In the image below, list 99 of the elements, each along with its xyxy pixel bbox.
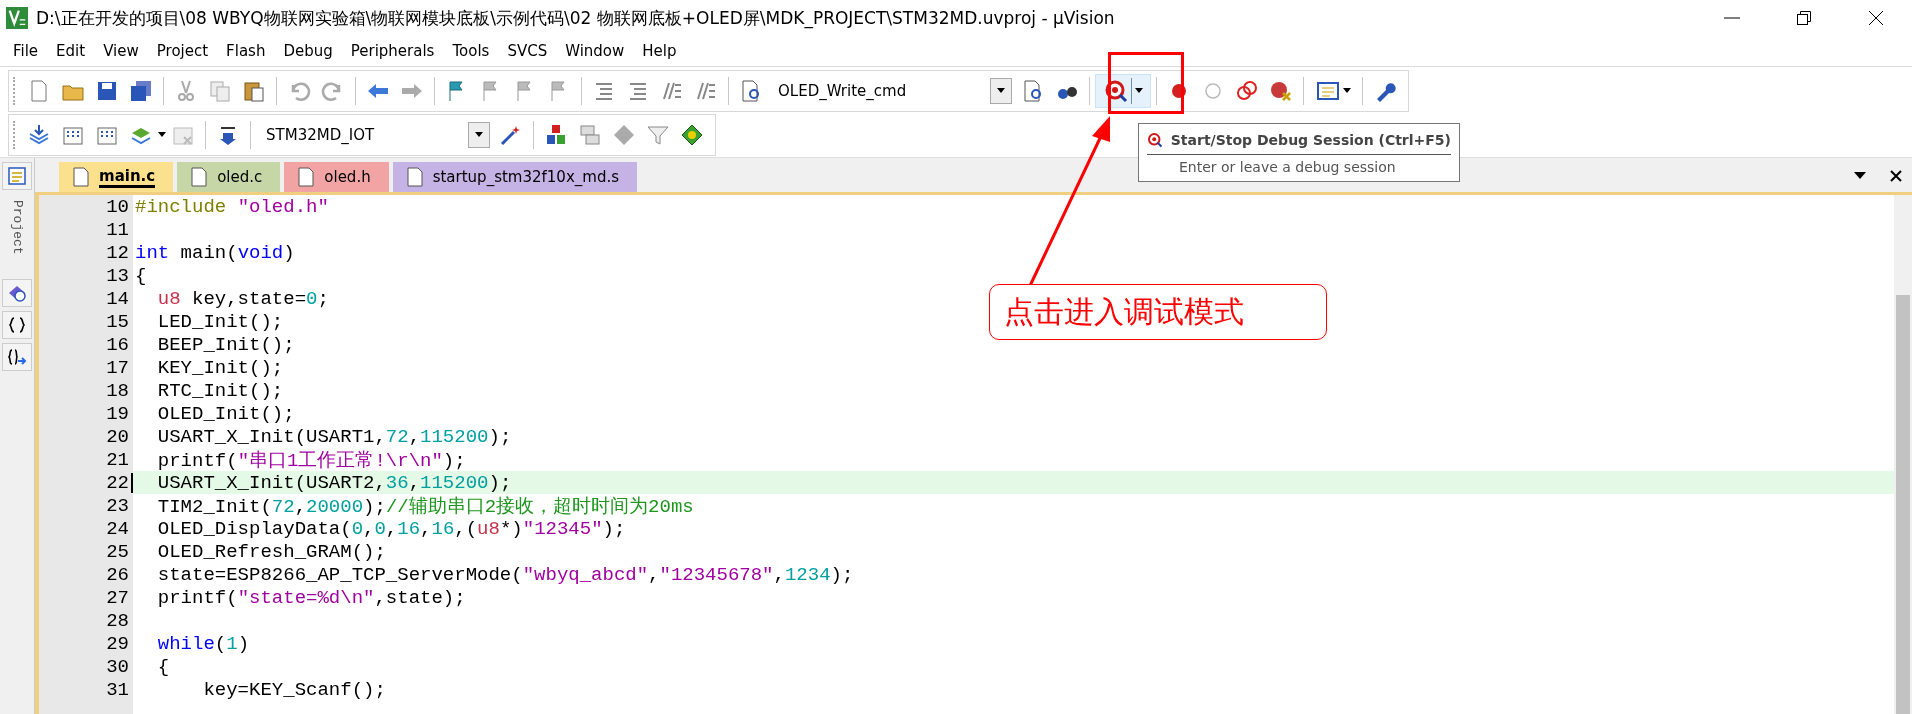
code-line: { — [135, 264, 147, 287]
braces-arrow-icon — [7, 346, 27, 367]
copy-icon — [208, 79, 232, 103]
code-line: { — [156, 655, 170, 678]
project-window-button[interactable] — [2, 162, 32, 190]
code-line: int main(void) — [135, 241, 295, 264]
file-tab[interactable]: startup_stm32f10x_md.s — [392, 162, 637, 192]
code-line: printf("串口1工作正常!\r\n"); — [156, 448, 466, 473]
books-button[interactable] — [2, 278, 32, 307]
file-tab[interactable]: oled.h — [284, 162, 389, 192]
close-icon — [1868, 10, 1884, 26]
document-icon — [298, 167, 315, 187]
line-number: 15 — [105, 310, 129, 333]
menu-item[interactable]: SVCS — [498, 38, 557, 64]
line-number: 11 — [105, 218, 129, 241]
menu-item[interactable]: Help — [633, 38, 686, 64]
scrollbar[interactable] — [1894, 195, 1912, 714]
templates-button[interactable] — [2, 342, 32, 371]
line-number: 12 — [105, 241, 129, 264]
annotation-text: 点击进入调试模式 — [1004, 292, 1244, 331]
document-icon — [73, 167, 89, 187]
line-number: 20 — [105, 425, 129, 448]
line-number: 29 — [105, 632, 129, 655]
code-line: u8 key,state=0; — [156, 287, 329, 310]
code-line: while(1) — [156, 632, 250, 655]
code-line: USART_X_Init(USART2,36,115200); — [156, 471, 512, 494]
paste-icon — [242, 79, 266, 103]
menu-item[interactable]: View — [94, 38, 148, 64]
minimize-icon — [1724, 17, 1740, 19]
line-number: 28 — [105, 609, 129, 632]
menu-item[interactable]: Edit — [47, 38, 95, 64]
document-icon — [406, 167, 423, 187]
line-number: 14 — [105, 287, 129, 310]
line-number: 19 — [105, 402, 129, 425]
code-line: OLED_Init(); — [156, 402, 295, 425]
scrollbar-thumb[interactable] — [1896, 295, 1910, 714]
save-all-icon — [129, 79, 153, 103]
file-tab[interactable]: oled.c — [177, 162, 281, 192]
code-line: printf("state=%d\n",state); — [156, 586, 466, 609]
code-line: key=KEY_Scanf(); — [202, 678, 386, 701]
caret-icon — [1134, 88, 1143, 94]
line-number: 16 — [105, 333, 129, 356]
line-number: 24 — [105, 517, 129, 540]
project-icon — [7, 166, 27, 186]
line-number: 18 — [105, 379, 129, 402]
code-line: USART_X_Init(USART1,72,115200); — [156, 425, 512, 448]
line-number: 13 — [105, 264, 129, 287]
code-line: BEEP_Init(); — [156, 333, 295, 356]
document-icon — [191, 167, 208, 187]
close-icon[interactable] — [1890, 170, 1902, 182]
line-number: 10 — [105, 195, 129, 218]
find-combo-box[interactable]: OLED_Write_cmd — [772, 77, 1012, 105]
code-line: KEY_Init(); — [156, 356, 284, 379]
caret-icon — [997, 88, 1005, 94]
tooltip-description: Enter or leave a debug session — [1178, 159, 1397, 175]
menu-item[interactable]: Flash — [217, 38, 275, 64]
debug-session-button[interactable] — [1095, 74, 1151, 108]
code-line: TIM2_Init(72,20000);//辅助串口2接收，超时时间为20ms — [156, 494, 694, 519]
line-number: 23 — [105, 494, 129, 517]
code-line: OLED_Refresh_GRAM(); — [156, 540, 386, 563]
disable-breakpoints-icon — [1235, 79, 1259, 103]
kill-breakpoints-icon — [1269, 79, 1293, 103]
app-logo-icon — [6, 7, 28, 29]
menu-item[interactable]: Peripherals — [341, 38, 444, 64]
code-line: OLED_DisplayData(0,0,16,16,(u8*)"12345"); — [156, 517, 626, 540]
restore-icon — [1796, 10, 1812, 26]
line-number: 31 — [105, 678, 129, 701]
dropdown-icon[interactable] — [1854, 172, 1866, 180]
line-number: 25 — [105, 540, 129, 563]
menu-item[interactable]: Project — [147, 38, 218, 64]
window-title: D:\正在开发的项目\08 WBYQ物联网实验箱\物联网模块底板\示例代码\02 物联网底板+OLED屏\MDK_PROJECT\STM32MD.uvproj - µVision — [36, 6, 1115, 30]
manage-components-icon — [544, 123, 568, 147]
file-extensions-icon — [578, 123, 602, 147]
line-number: 27 — [105, 586, 129, 609]
caret-icon — [1342, 88, 1351, 94]
debug-icon — [1103, 79, 1128, 103]
braces-icon — [7, 314, 27, 335]
code-line: state=ESP8266_AP_TCP_ServerMode("wbyq_abcd","12345678",1234); — [156, 563, 854, 586]
menu-item[interactable]: Tools — [443, 38, 499, 64]
code-line: #include "oled.h" — [135, 195, 329, 218]
tooltip-title: Start/Stop Debug Session (Ctrl+F5) — [1170, 132, 1451, 148]
line-number: 26 — [105, 563, 129, 586]
menu-item[interactable]: Window — [556, 38, 634, 64]
project-panel-label: Project — [9, 199, 25, 257]
menu-item[interactable]: Debug — [274, 38, 342, 64]
caret-icon — [158, 132, 166, 138]
functions-button[interactable] — [2, 310, 32, 339]
line-number: 30 — [105, 655, 129, 678]
code-line: RTC_Init(); — [156, 379, 284, 402]
line-number: 22 — [105, 471, 129, 494]
file-tab[interactable]: main.c — [59, 162, 174, 192]
manage-run-time-icon — [680, 123, 704, 147]
line-number: 17 — [105, 356, 129, 379]
caret-icon — [475, 132, 483, 138]
save-icon — [95, 79, 119, 103]
code-line: LED_Init(); — [156, 310, 284, 333]
menu-item[interactable]: File — [4, 38, 48, 64]
line-number: 21 — [105, 448, 129, 471]
window-icon — [1315, 79, 1340, 103]
